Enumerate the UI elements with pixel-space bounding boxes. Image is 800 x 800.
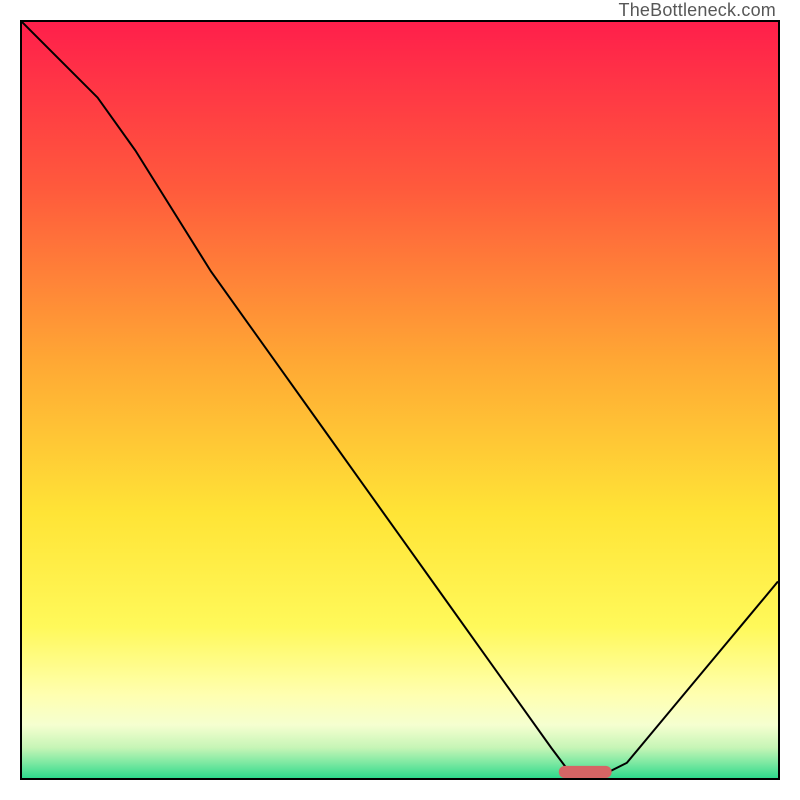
chart-container: TheBottleneck.com: [0, 0, 800, 800]
trough-marker: [559, 766, 612, 778]
watermark-text: TheBottleneck.com: [619, 0, 776, 21]
plot-area: [20, 20, 780, 780]
curve-layer: [22, 22, 778, 778]
curve-line: [22, 22, 778, 778]
